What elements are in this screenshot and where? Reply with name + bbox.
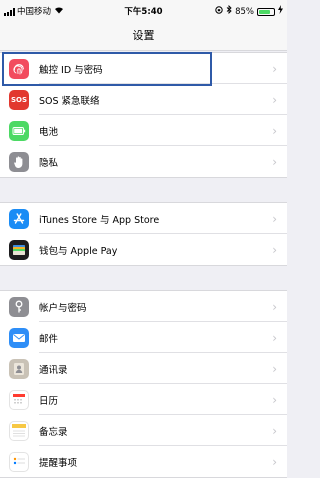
status-right: 85%	[215, 0, 283, 24]
settings-row-reminders[interactable]: 提醒事项 ›	[0, 446, 287, 477]
sos-icon-text: SOS	[10, 95, 28, 104]
chevron-right-icon: ›	[272, 92, 277, 107]
settings-row-label: 日历	[39, 395, 59, 407]
chevron-right-icon: ›	[272, 242, 277, 257]
settings-row-calendar[interactable]: 日历 ›	[0, 384, 287, 415]
wallet-icon	[9, 239, 29, 260]
app-store-icon	[9, 208, 29, 229]
chevron-right-icon: ›	[272, 392, 277, 407]
chevron-right-icon: ›	[272, 61, 277, 76]
battery-indicator-icon	[257, 8, 275, 16]
chevron-right-icon: ›	[272, 330, 277, 345]
settings-row-label: 邮件	[39, 333, 59, 345]
chevron-right-icon: ›	[272, 423, 277, 438]
settings-row-itunes-app-store[interactable]: iTunes Store 与 App Store ›	[0, 203, 287, 234]
settings-row-label: iTunes Store 与 App Store	[39, 214, 160, 226]
settings-row-label: 备忘录	[39, 426, 68, 438]
chevron-right-icon: ›	[272, 361, 277, 376]
settings-row-sos[interactable]: SOS SOS 紧急联络 ›	[0, 84, 287, 115]
nav-bar: 设置	[0, 24, 287, 51]
settings-row-battery[interactable]: 电池 ›	[0, 115, 287, 146]
settings-row-privacy[interactable]: 隐私 ›	[0, 146, 287, 177]
chevron-right-icon: ›	[272, 123, 277, 138]
rotation-lock-icon	[215, 0, 223, 24]
bluetooth-icon	[226, 0, 232, 24]
page-title: 设置	[132, 29, 155, 42]
charging-icon	[278, 0, 283, 24]
chevron-right-icon: ›	[272, 154, 277, 169]
settings-row-notes[interactable]: 备忘录 ›	[0, 415, 287, 446]
chevron-right-icon: ›	[272, 299, 277, 314]
chevron-right-icon: ›	[272, 454, 277, 469]
chevron-right-icon: ›	[272, 211, 277, 226]
settings-group-store: iTunes Store 与 App Store › 钱包与 Apple Pay…	[0, 202, 287, 266]
calendar-icon	[9, 389, 29, 410]
contacts-icon	[9, 358, 29, 379]
hand-icon	[9, 151, 29, 172]
status-bar: 中国移动 下午5:40 85%	[0, 0, 287, 24]
settings-row-label: 通讯录	[39, 364, 68, 376]
settings-row-label: 隐私	[39, 157, 59, 169]
settings-row-label: 帐户与密码	[39, 302, 87, 314]
settings-row-label: SOS 紧急联络	[39, 95, 100, 107]
battery-percent: 85%	[235, 7, 254, 17]
settings-row-contacts[interactable]: 通讯录 ›	[0, 353, 287, 384]
mail-icon	[9, 327, 29, 348]
reminders-icon	[9, 451, 29, 472]
settings-row-label: 电池	[39, 126, 59, 138]
highlight-box	[2, 52, 212, 86]
notes-icon	[9, 420, 29, 441]
settings-row-label: 提醒事项	[39, 457, 78, 469]
key-icon	[9, 296, 29, 317]
battery-icon	[9, 120, 29, 141]
settings-row-label: 钱包与 Apple Pay	[39, 245, 118, 257]
settings-row-accounts-passwords[interactable]: 帐户与密码 ›	[0, 291, 287, 322]
settings-row-mail[interactable]: 邮件 ›	[0, 322, 287, 353]
sos-icon: SOS	[9, 89, 29, 110]
settings-row-wallet[interactable]: 钱包与 Apple Pay ›	[0, 234, 287, 265]
settings-group-apps: 帐户与密码 › 邮件 › 通讯录 › 日历 › 备忘录 › 提醒事项 ›	[0, 290, 287, 478]
